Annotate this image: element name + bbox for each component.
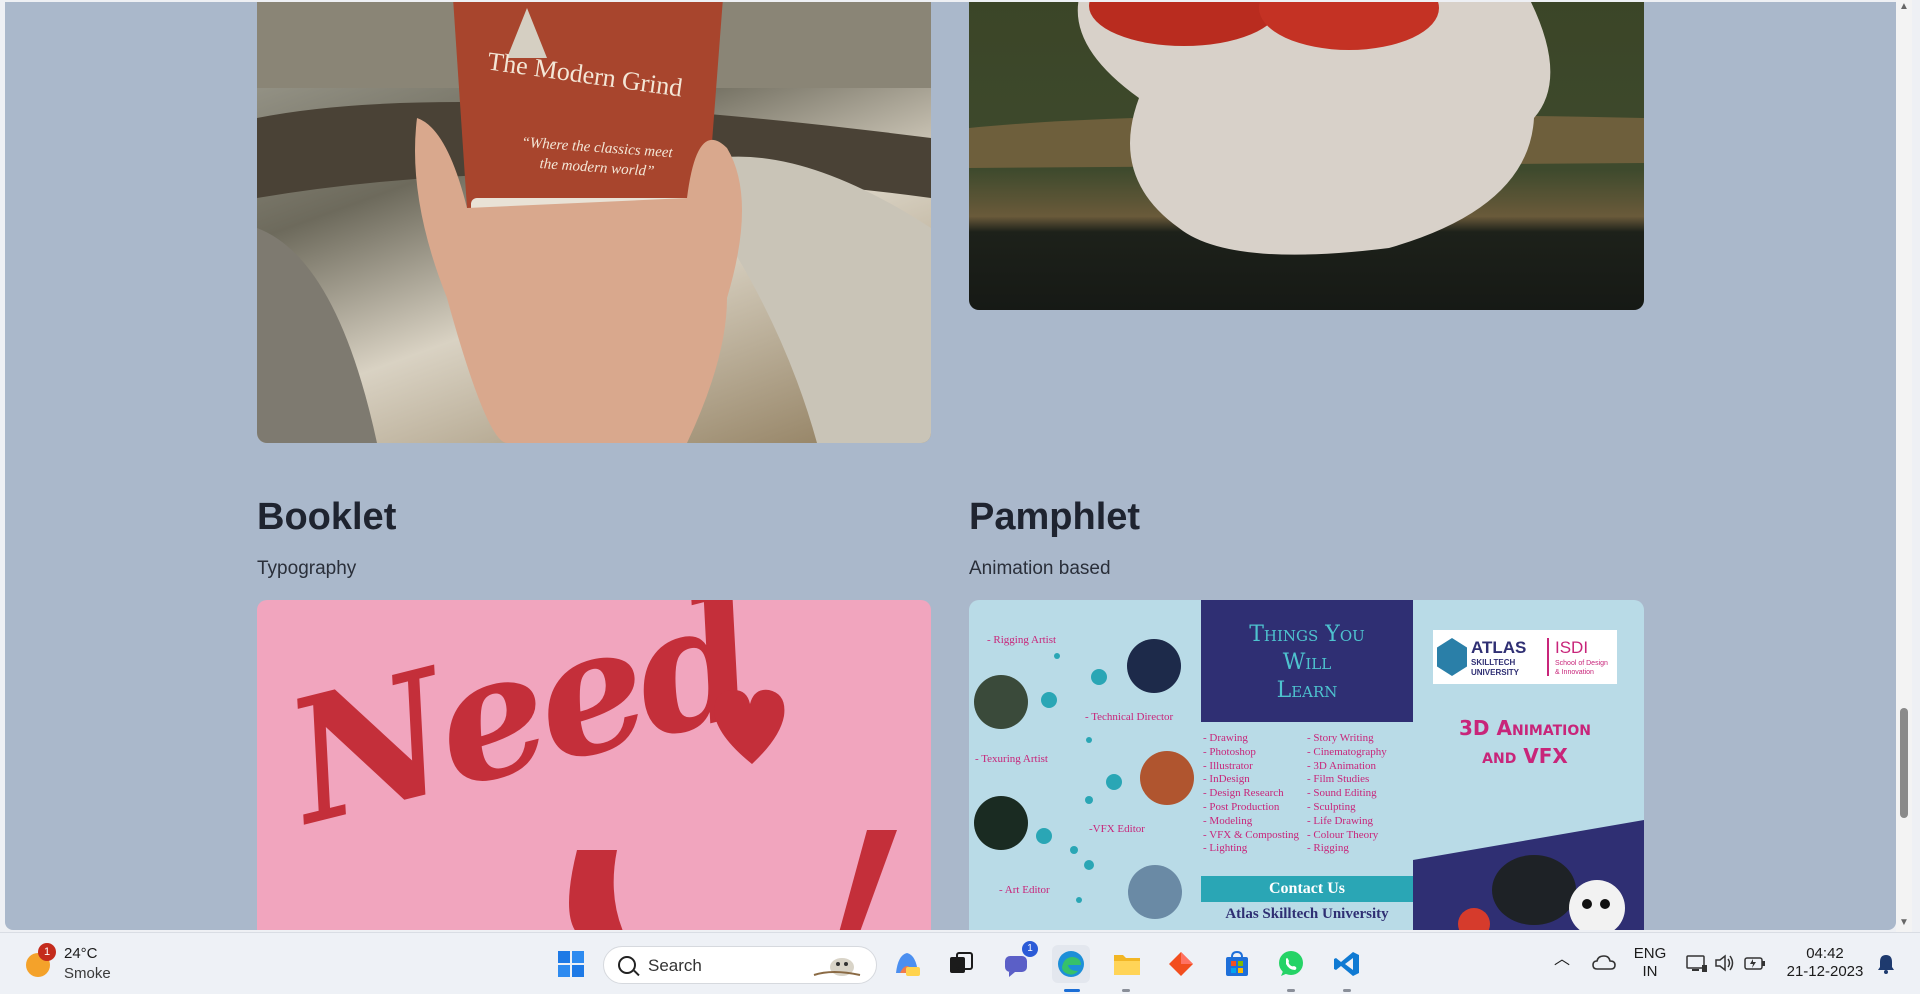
weather-widget[interactable]: 1 24°C Smoke [22, 943, 132, 987]
portfolio-page: The Modern Grind “Where the classics mee… [5, 2, 1896, 930]
program-title-1: 3D Animation [1459, 716, 1591, 740]
onedrive-cloud-icon[interactable] [1592, 953, 1616, 976]
windows-taskbar: 1 24°C Smoke Search 1 ︿ ENG IN 04:42 21-… [0, 932, 1920, 994]
skill-item: - Drawing [1203, 732, 1248, 744]
logo-school-of-design: School of Design [1555, 660, 1608, 667]
edge-active-indicator [1064, 989, 1080, 992]
skills-right-list: - Story Writing - Cinematography - 3D An… [1307, 732, 1387, 856]
whatsapp-running-indicator [1287, 989, 1295, 992]
pamphlet-title: Pamphlet [969, 496, 1141, 538]
pamphlet-dots-and-photos [974, 639, 1194, 919]
booklet-image[interactable]: Need [257, 600, 931, 930]
skill-item: - Modeling [1203, 814, 1253, 827]
skill-item: - Photoshop [1203, 745, 1256, 758]
teams-chat-icon[interactable]: 1 [998, 941, 1038, 983]
start-button-windows-icon[interactable] [552, 945, 590, 983]
whatsapp-icon[interactable] [1272, 945, 1310, 983]
scroll-up-arrow-icon[interactable]: ▲ [1899, 2, 1909, 12]
apples-still-life-image[interactable] [969, 2, 1644, 310]
vscode-running-indicator [1343, 989, 1351, 992]
skill-item: - Film Studies [1307, 773, 1370, 786]
file-explorer-icon[interactable] [1108, 945, 1146, 983]
clock[interactable]: 04:42 21-12-2023 [1782, 945, 1868, 981]
skill-item: - InDesign [1203, 773, 1250, 786]
skill-item: - Cinematography [1307, 745, 1387, 758]
booklet-subtitle: Typography [257, 558, 357, 579]
contact-us-bar: Contact Us [1201, 876, 1413, 902]
vscode-icon[interactable] [1328, 945, 1366, 983]
skill-item: - Story Writing [1307, 732, 1374, 744]
show-hidden-icons-chevron-up-icon[interactable]: ︿ [1552, 951, 1572, 969]
copilot-icon[interactable] [888, 945, 926, 983]
scroll-thumb[interactable] [1900, 708, 1908, 818]
logo-isdi: ISDI [1555, 638, 1589, 657]
pamphlet-heading-3: Learn [1276, 678, 1338, 703]
search-placeholder: Search [648, 956, 702, 975]
network-icon[interactable] [1686, 953, 1708, 978]
figma-like-app-icon[interactable] [1162, 945, 1200, 983]
logo-skilltech: SKILLTECH [1471, 658, 1516, 667]
skill-item: - VFX & Composting [1203, 828, 1300, 841]
file-explorer-running-indicator [1122, 989, 1130, 992]
skill-item: - Colour Theory [1307, 828, 1379, 841]
university-name: Atlas Skilltech University [1225, 906, 1389, 922]
skill-item: - Design Research [1203, 787, 1284, 800]
logo-university: UNIVERSITY [1471, 668, 1520, 677]
skill-item: - Illustrator [1203, 759, 1253, 772]
microsoft-store-icon[interactable] [1218, 945, 1256, 983]
pamphlet-image[interactable]: - Rigging Artist - Technical Director - … [969, 600, 1644, 930]
skill-item: - Life Drawing [1307, 814, 1373, 827]
skill-item: - 3D Animation [1307, 759, 1377, 772]
weather-condition: Smoke [64, 965, 111, 982]
pamphlet-heading-2: Will [1282, 650, 1332, 675]
task-view-icon[interactable] [942, 945, 980, 983]
browser-viewport: The Modern Grind “Where the classics mee… [0, 0, 1920, 932]
battery-charging-icon[interactable] [1744, 953, 1766, 978]
logo-innovation: & Innovation [1555, 669, 1594, 676]
search-highlight-owl-icon [812, 955, 862, 977]
atlas-logo-icon [1437, 638, 1467, 676]
scroll-down-arrow-icon[interactable]: ▼ [1899, 918, 1909, 928]
pamphlet-subtitle: Animation based [969, 558, 1111, 579]
notification-bell-icon[interactable] [1876, 953, 1896, 980]
apples-illustration [969, 2, 1644, 255]
weather-temperature: 24°C [64, 945, 98, 962]
program-title-2: and VFX [1482, 744, 1568, 768]
language-code: ENG [1633, 945, 1667, 962]
skill-item: - Lighting [1203, 842, 1248, 855]
teams-notification-badge: 1 [1022, 941, 1038, 957]
atlas-isdi-logo: ATLAS SKILLTECH UNIVERSITY ISDI School o… [1433, 630, 1617, 684]
skill-item: - Rigging [1307, 842, 1349, 855]
vertical-scrollbar[interactable]: ▲ ▼ [1896, 0, 1912, 932]
clock-date: 21-12-2023 [1786, 963, 1864, 980]
weather-notification-badge: 1 [38, 943, 56, 961]
booklet-title: Booklet [257, 496, 397, 538]
region-code: IN [1642, 963, 1658, 980]
skills-left-list: - Drawing - Photoshop - Illustrator - In… [1203, 732, 1299, 856]
skill-item: - Sound Editing [1307, 787, 1377, 800]
logo-divider [1547, 638, 1549, 676]
skill-item: - Sculpting [1307, 800, 1356, 813]
logo-atlas: ATLAS [1471, 638, 1527, 657]
clock-time: 04:42 [1806, 945, 1844, 962]
coffee-cup-image[interactable]: The Modern Grind “Where the classics mee… [257, 2, 931, 443]
booklet-decor [569, 689, 897, 930]
skill-item: - Post Production [1203, 800, 1280, 813]
pamphlet-heading-1: Things You [1249, 622, 1365, 647]
language-indicator[interactable]: ENG IN [1630, 945, 1670, 981]
taskbar-search-box[interactable]: Search [603, 946, 877, 984]
search-icon [618, 956, 636, 974]
edge-browser-icon[interactable] [1052, 945, 1090, 983]
volume-icon[interactable] [1714, 953, 1736, 978]
